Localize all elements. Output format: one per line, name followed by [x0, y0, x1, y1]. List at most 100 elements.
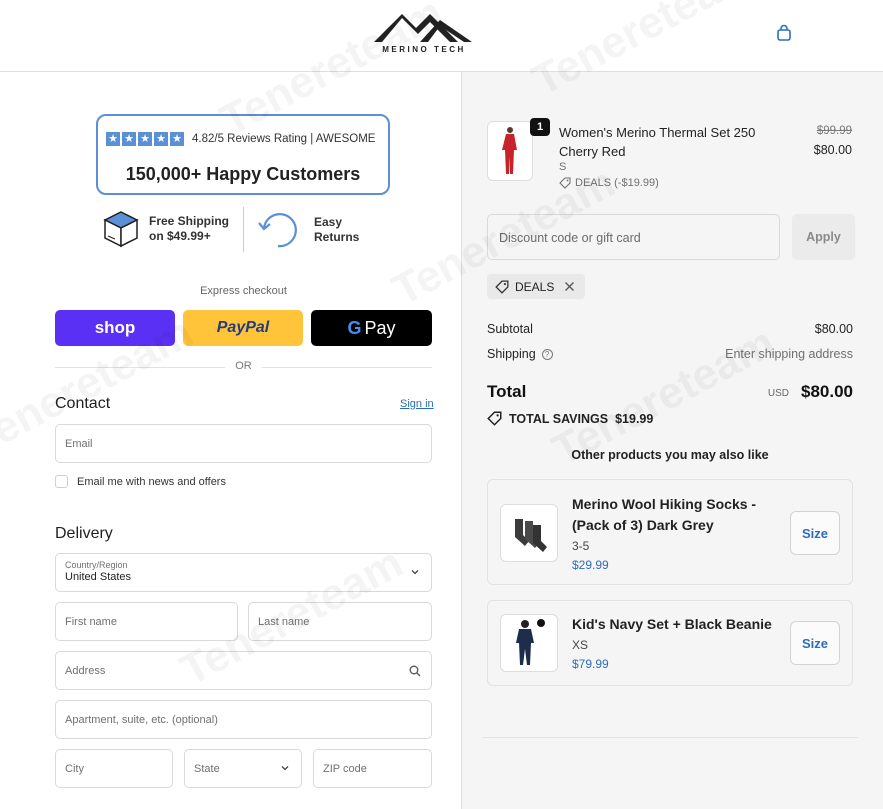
last-name-placeholder: Last name	[258, 616, 310, 628]
original-price: $99.99	[816, 125, 852, 137]
discounted-price: $80.00	[813, 143, 852, 157]
recommended-product-price: $29.99	[572, 558, 609, 572]
order-summary-column: 1 Women's Merino Thermal Set 250 Cherry …	[385, 0, 883, 809]
rating-text: 4.82/5 Reviews Rating | AWESOME	[192, 133, 376, 145]
state-placeholder: State	[194, 763, 220, 775]
rating-banner: ★ ★ ★ ★ ★ 4.82/5 Reviews Rating | AWESOME 15…	[96, 114, 390, 195]
last-name-field[interactable]: Last name	[248, 602, 432, 641]
google-pay-button[interactable]: G Pay	[311, 310, 432, 346]
total-value: $80.00	[801, 382, 853, 401]
chevron-down-icon	[411, 570, 419, 575]
email-placeholder: Email	[65, 438, 93, 450]
product-variant: S	[559, 161, 567, 173]
quantity-badge: 1	[530, 118, 550, 136]
country-label: Country/Region	[65, 560, 128, 570]
city-placeholder: City	[65, 763, 84, 775]
product-deal: DEALS (-$19.99)	[559, 177, 659, 189]
recommended-product-variant: 3-5	[572, 539, 590, 553]
mountain-logo-icon	[374, 14, 472, 42]
tag-icon	[487, 411, 502, 426]
close-icon[interactable]	[564, 281, 575, 292]
total-currency: USD	[767, 388, 789, 399]
kids-set-image-icon	[516, 619, 545, 665]
shopping-bag-icon[interactable]	[775, 24, 793, 42]
shop-pay-logo: shop	[94, 318, 136, 337]
checkout-form-column: ★ ★ ★ ★ ★ 4.82/5 Reviews Rating | AWESOME 15…	[0, 0, 461, 809]
subtotal-value: $80.00	[814, 322, 853, 336]
google-g-icon: G	[347, 317, 362, 338]
first-name-placeholder: First name	[65, 616, 117, 628]
happy-customers-headline: 150,000+ Happy Customers	[125, 164, 361, 184]
delivery-title: Delivery	[55, 525, 113, 542]
returns-perk-line1: Easy	[314, 215, 343, 229]
header: MERINO TECH	[0, 0, 883, 72]
newsletter-checkbox-row[interactable]: Email me with news and offers	[55, 475, 226, 488]
discount-code-field[interactable]: Discount code or gift card	[487, 214, 780, 260]
divider	[482, 737, 858, 738]
email-field[interactable]: Email	[55, 424, 432, 463]
paypal-button[interactable]: PayPal	[183, 310, 303, 346]
savings-value: $19.99	[615, 411, 654, 426]
paypal-logo: PayPal	[216, 319, 270, 336]
recommended-product-thumbnail	[500, 614, 558, 672]
chevron-down-icon	[281, 766, 289, 771]
express-checkout-label: Express checkout	[200, 285, 287, 297]
first-name-field[interactable]: First name	[55, 602, 238, 641]
or-divider: OR	[55, 360, 432, 374]
box-icon	[103, 211, 139, 248]
address-placeholder: Address	[65, 665, 106, 677]
newsletter-label: Email me with news and offers	[77, 475, 226, 488]
subtotal-label: Subtotal	[487, 322, 533, 336]
country-select[interactable]: Country/Region United States	[55, 553, 432, 592]
size-button[interactable]: Size	[790, 621, 840, 665]
product-deal-text: DEALS (-$19.99)	[575, 177, 659, 189]
total-row: Total USD $80.00	[487, 382, 853, 406]
recommended-product-card[interactable]: Merino Wool Hiking Socks - (Pack of 3) D…	[487, 479, 853, 585]
sign-in-link[interactable]: Sign in	[400, 398, 434, 410]
address-field[interactable]: Address	[55, 651, 432, 690]
apply-discount-button[interactable]: Apply	[792, 214, 855, 260]
applied-discount-tag: DEALS	[487, 274, 586, 299]
brand-logo[interactable]: MERINO TECH	[370, 8, 478, 60]
size-button[interactable]: Size	[790, 511, 840, 555]
shop-pay-button[interactable]: shop	[55, 310, 175, 346]
shipping-perk-line2: on $49.99+	[149, 229, 211, 243]
zip-placeholder: ZIP code	[323, 763, 367, 775]
tag-icon	[495, 280, 509, 294]
perk-divider	[243, 207, 244, 252]
easy-returns-perk: Easy Returns	[256, 210, 359, 250]
free-shipping-perk: Free Shipping on $49.99+	[102, 209, 229, 249]
socks-image-icon	[515, 519, 547, 552]
country-value: United States	[65, 571, 132, 583]
apartment-placeholder: Apartment, suite, etc. (optional)	[65, 714, 218, 726]
discount-placeholder: Discount code or gift card	[499, 231, 641, 245]
shipping-label: Shipping	[487, 347, 536, 361]
recommended-product-name[interactable]: Kid's Navy Set + Black Beanie	[572, 614, 772, 635]
product-name: Women's Merino Thermal Set 250 Cherry Re…	[559, 125, 756, 159]
return-arrow-icon	[258, 213, 297, 248]
recommended-product-name[interactable]: Merino Wool Hiking Socks - (Pack of 3) D…	[572, 494, 772, 536]
apartment-field[interactable]: Apartment, suite, etc. (optional)	[55, 700, 432, 739]
state-select[interactable]: State	[184, 749, 302, 788]
recommended-product-card[interactable]: Kid's Navy Set + Black Beanie XS $79.99 …	[487, 600, 853, 686]
shipping-row: Shipping? Enter shipping address	[487, 347, 853, 361]
applied-discount-code: DEALS	[515, 279, 555, 294]
search-icon	[409, 665, 421, 677]
recommended-product-thumbnail	[500, 504, 558, 562]
city-field[interactable]: City	[55, 749, 173, 788]
recommended-product-price: $79.99	[572, 657, 609, 671]
total-label: Total	[487, 382, 527, 401]
newsletter-checkbox[interactable]	[55, 475, 68, 488]
contact-title: Contact	[55, 395, 111, 412]
or-label: OR	[235, 360, 252, 372]
google-pay-label: Pay	[364, 317, 396, 338]
returns-perk-line2: Returns	[314, 230, 360, 244]
zip-field[interactable]: ZIP code	[313, 749, 432, 788]
total-savings: TOTAL SAVINGS $19.99	[487, 411, 653, 426]
recommended-product-variant: XS	[572, 638, 589, 652]
product-image-icon	[502, 127, 517, 174]
subtotal-row: Subtotal $80.00	[487, 322, 853, 336]
help-icon[interactable]: ?	[541, 349, 553, 360]
five-star-rating-icon: ★ ★ ★ ★ ★	[106, 132, 184, 146]
product-thumbnail	[487, 121, 533, 181]
